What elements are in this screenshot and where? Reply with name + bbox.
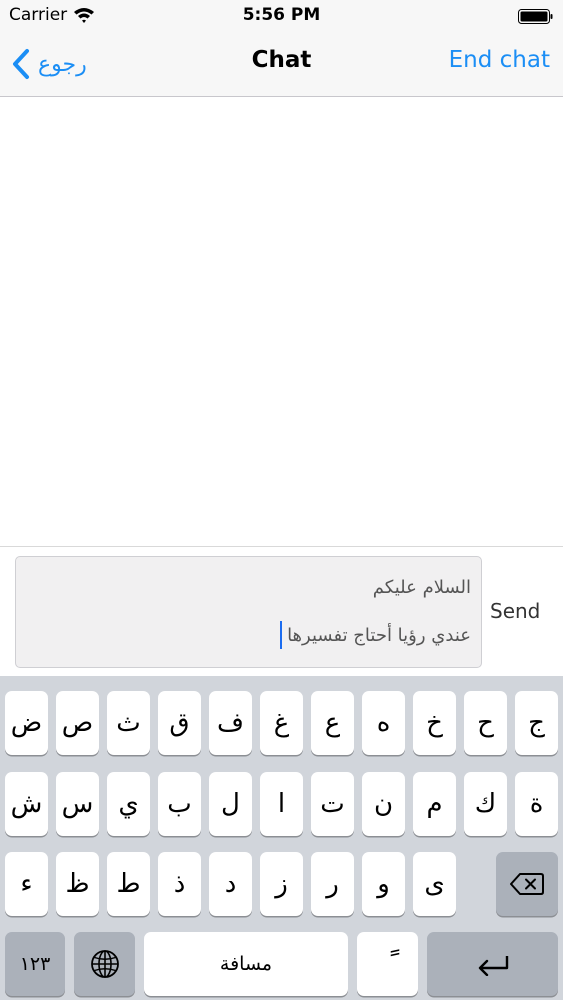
key[interactable]: ط xyxy=(107,852,150,916)
space-key[interactable]: مسافة xyxy=(144,932,348,996)
key[interactable]: م xyxy=(413,772,456,836)
return-icon xyxy=(478,956,508,976)
key[interactable]: ة xyxy=(515,772,558,836)
end-chat-button[interactable]: End chat xyxy=(449,47,550,73)
status-bar: Carrier 5:56 PM xyxy=(0,0,563,32)
clock: 5:56 PM xyxy=(242,5,321,25)
numbers-key-label: ١٢٣ xyxy=(19,953,51,975)
key[interactable]: و xyxy=(362,852,405,916)
numbers-key[interactable]: ١٢٣ xyxy=(5,932,65,996)
chat-messages-area[interactable] xyxy=(0,98,563,546)
key[interactable]: ز xyxy=(260,852,303,916)
key[interactable]: ي xyxy=(107,772,150,836)
key[interactable]: ج xyxy=(515,691,558,755)
message-input-bar: السلام عليكم عندي رؤيا أحتاج تفسيرها Sen… xyxy=(0,546,563,676)
key[interactable]: ر xyxy=(311,852,354,916)
key[interactable]: ف xyxy=(209,691,252,755)
key[interactable]: ح xyxy=(464,691,507,755)
key[interactable]: ق xyxy=(158,691,201,755)
key[interactable]: ب xyxy=(158,772,201,836)
message-input-line: السلام عليكم xyxy=(372,577,471,598)
text-cursor xyxy=(280,621,282,649)
key[interactable]: ن xyxy=(362,772,405,836)
key[interactable]: د xyxy=(209,852,252,916)
key[interactable]: ه xyxy=(362,691,405,755)
delete-key[interactable] xyxy=(496,852,558,916)
message-input[interactable]: السلام عليكم عندي رؤيا أحتاج تفسيرها xyxy=(15,556,482,668)
arabic-keyboard: ض ص ث ق ف غ ع ه خ ح ج ش س ي ب ل ا ت ن م … xyxy=(0,676,563,1000)
tanween-key[interactable]: ً xyxy=(357,932,418,996)
key[interactable]: ء xyxy=(5,852,48,916)
key[interactable]: ش xyxy=(5,772,48,836)
key[interactable]: غ xyxy=(260,691,303,755)
back-button[interactable]: رجوع xyxy=(10,46,87,82)
key[interactable]: ص xyxy=(56,691,99,755)
key[interactable]: ظ xyxy=(56,852,99,916)
key[interactable]: ك xyxy=(464,772,507,836)
key[interactable]: ل xyxy=(209,772,252,836)
key[interactable]: ت xyxy=(311,772,354,836)
key[interactable]: ى xyxy=(413,852,456,916)
space-key-label: مسافة xyxy=(219,953,273,975)
key[interactable]: س xyxy=(56,772,99,836)
key[interactable]: ا xyxy=(260,772,303,836)
globe-icon xyxy=(90,950,119,978)
back-button-label: رجوع xyxy=(38,51,87,77)
message-input-line: عندي رؤيا أحتاج تفسيرها xyxy=(287,625,471,646)
globe-key[interactable] xyxy=(74,932,135,996)
key[interactable]: ث xyxy=(107,691,150,755)
battery-icon xyxy=(518,9,553,24)
navigation-bar: رجوع Chat End chat xyxy=(0,32,563,97)
return-key[interactable] xyxy=(427,932,558,996)
key[interactable]: ع xyxy=(311,691,354,755)
key[interactable]: ذ xyxy=(158,852,201,916)
key[interactable]: خ xyxy=(413,691,456,755)
send-button[interactable]: Send xyxy=(490,599,540,623)
chevron-left-icon xyxy=(13,49,29,79)
key[interactable]: ض xyxy=(5,691,48,755)
backspace-icon xyxy=(510,873,544,895)
